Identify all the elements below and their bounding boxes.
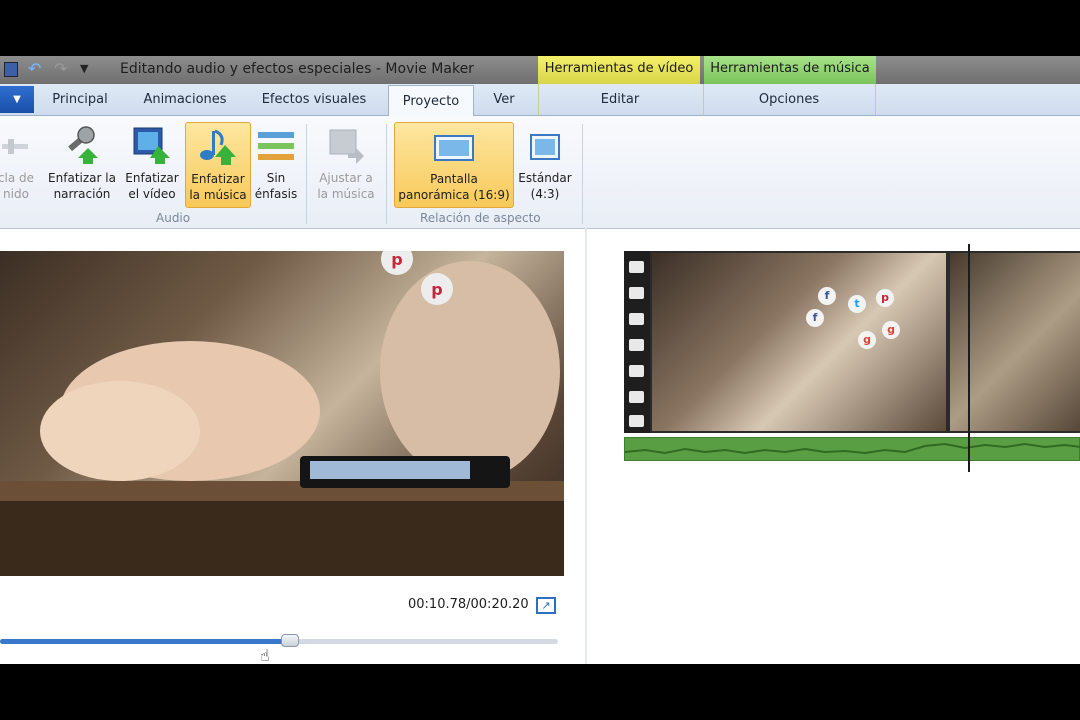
standard-label-2: (4:3) [530,187,560,201]
widescreen-label-1: Pantalla [430,172,478,186]
google-plus-bubble-icon: g [882,321,900,339]
tab-opciones[interactable]: Opciones [704,84,874,115]
context-separator [538,84,539,115]
pinterest-bubble-icon: p [876,289,894,307]
tab-efectos-visuales[interactable]: Efectos visuales [252,84,376,115]
facebook-bubble-icon: f [818,287,836,305]
widescreen-16-9-button[interactable]: Pantalla panorámica (16:9) [394,122,514,208]
emphasize-video-label-2: el vídeo [128,187,176,201]
audio-group-label: Audio [156,211,191,225]
film-sprockets [624,251,650,433]
pinterest-bubble-icon: p [431,280,442,299]
standard-label-1: Estándar [518,171,572,185]
seek-bar-progress [0,639,291,644]
pinterest-bubble-icon: p [391,251,402,269]
timeline-playhead[interactable] [968,244,970,472]
music-tools-context-tab: Herramientas de música [704,56,876,84]
audio-mix-icon [2,139,28,154]
widescreen-icon [434,135,474,161]
tab-proyecto[interactable]: Proyecto [388,85,474,117]
emphasize-music-label-1: Enfatizar [191,172,245,186]
tab-ver[interactable]: Ver [482,84,526,115]
fit-to-music-label-2: la música [317,187,375,201]
title-bar: ↶ ↷ ▼ Editando audio y efectos especiale… [0,56,1080,84]
context-separator [875,84,876,115]
video-clip-storyboard[interactable]: f t p f g g [624,251,1080,433]
emphasize-narration-label-2: narración [53,187,111,201]
preview-frame-illustration: p p [0,251,564,576]
audio-mix-label-1: cla de [0,171,35,185]
fit-to-music-label-1: Ajustar a [319,171,373,185]
seek-bar-thumb[interactable] [281,634,300,647]
ribbon-separator [582,124,583,224]
google-plus-bubble-icon: g [858,331,876,349]
ribbon-separator [306,124,307,224]
video-tools-context-tab: Herramientas de vídeo [538,56,700,84]
emphasize-music-label-2: la música [189,188,247,202]
tab-editar[interactable]: Editar [540,84,700,115]
playback-timecode: 00:10.78/00:20.20 [408,597,529,612]
save-icon[interactable] [4,61,18,77]
emphasize-video-button[interactable]: Enfatizar el vídeo [122,122,182,206]
ribbon-tab-row: ▼ Principal Animaciones Efectos visuales… [0,84,1080,117]
twitter-bubble-icon: t [848,295,866,313]
no-emphasis-label-2: énfasis [254,187,298,201]
clip-thumbnail: f t p f g g [652,253,946,431]
widescreen-label-2: panorámica (16:9) [398,188,510,202]
window-title: Editando audio y efectos especiales - Mo… [120,61,474,77]
seek-bar[interactable] [0,634,558,647]
aspect-ratio-group-label: Relación de aspecto [420,211,541,225]
quick-access-toolbar: ↶ ↷ ▼ [4,61,96,77]
no-emphasis-button[interactable]: Sin énfasis [252,122,300,206]
emphasize-music-button[interactable]: Enfatizar la música [185,122,251,208]
film-strip-icon [133,127,170,164]
microphone-icon [68,126,98,164]
pane-divider[interactable] [585,228,587,664]
fullscreen-icon[interactable]: ↗ [536,597,556,614]
equal-bars-icon [258,132,294,160]
fit-to-music-icon [329,129,364,164]
mouse-cursor-icon: ☝ [260,646,270,664]
redo-icon[interactable]: ↷ [54,61,70,77]
fit-to-music-button[interactable]: Ajustar a la música [312,122,380,206]
movie-maker-window: ↶ ↷ ▼ Editando audio y efectos especiale… [0,56,1080,664]
audio-mix-label-2: nido [3,187,29,201]
facebook-bubble-icon: f [806,309,824,327]
emphasize-narration-label-1: Enfatizar la [48,171,116,185]
music-note-icon [200,129,236,165]
file-menu-button[interactable]: ▼ [0,86,34,113]
customize-toolbar-icon[interactable]: ▼ [80,61,96,77]
standard-4-3-button[interactable]: Estándar (4:3) [514,122,576,206]
ribbon-separator [386,124,387,224]
tab-principal[interactable]: Principal [44,84,116,115]
emphasize-narration-button[interactable]: Enfatizar la narración [44,122,120,206]
emphasize-video-label-1: Enfatizar [125,171,179,185]
undo-icon[interactable]: ↶ [28,61,44,77]
audio-mix-button[interactable]: cla de nido [0,122,40,206]
ribbon-panel: cla de nido Enfatizar la narración Enfatiz… [0,116,1080,229]
no-emphasis-label-1: Sin [266,171,286,185]
music-track-waveform[interactable] [624,437,1080,461]
standard-screen-icon [530,134,560,160]
waveform-graphic [624,442,1080,455]
video-preview[interactable]: p p [0,251,564,576]
tab-animaciones[interactable]: Animaciones [130,84,240,115]
